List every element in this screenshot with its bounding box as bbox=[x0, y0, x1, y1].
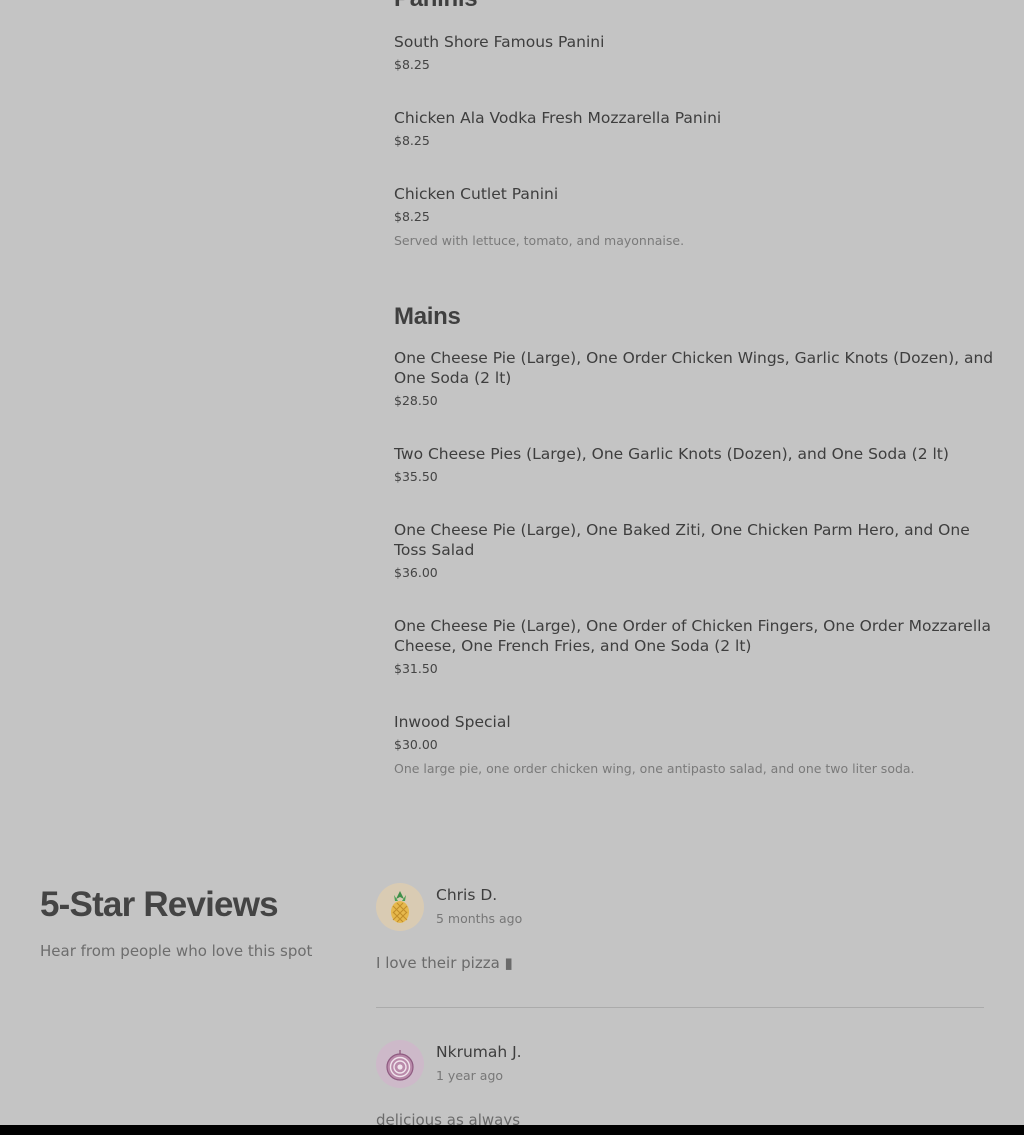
item-price: $30.00 bbox=[394, 737, 438, 752]
item-name: Chicken Cutlet Panini bbox=[394, 185, 559, 203]
bottom-bar bbox=[0, 1125, 1024, 1135]
section-title: Mains bbox=[394, 303, 461, 330]
item-name: One Cheese Pie (Large), One Baked Ziti, … bbox=[394, 521, 970, 559]
item-price: $8.25 bbox=[394, 209, 430, 224]
review-time: 5 months ago bbox=[436, 911, 523, 926]
item-price: $31.50 bbox=[394, 661, 438, 676]
item-price: $36.00 bbox=[394, 565, 438, 580]
item-name: Chicken Ala Vodka Fresh Mozzarella Panin… bbox=[394, 109, 722, 127]
review-card: Nkrumah J. 1 year ago delicious as alway… bbox=[376, 1040, 984, 1130]
menu-item[interactable]: One Cheese Pie (Large), One Order Chicke… bbox=[394, 348, 994, 408]
item-name: One Cheese Pie (Large), One Order Chicke… bbox=[394, 349, 994, 387]
reviewer-name: Nkrumah J. bbox=[436, 1043, 522, 1061]
menu-item[interactable]: One Cheese Pie (Large), One Order of Chi… bbox=[394, 616, 994, 676]
review-text: I love their pizza ▮ bbox=[376, 954, 513, 972]
avatar bbox=[376, 883, 424, 931]
menu-column: Paninis South Shore Famous Panini $8.25 … bbox=[394, 0, 994, 776]
review-header: Chris D. 5 months ago bbox=[376, 883, 984, 931]
item-price: $35.50 bbox=[394, 469, 438, 484]
review-header: Nkrumah J. 1 year ago bbox=[376, 1040, 984, 1088]
review-time: 1 year ago bbox=[436, 1068, 504, 1083]
menu-section-paninis: Paninis South Shore Famous Panini $8.25 … bbox=[394, 0, 994, 248]
item-price: $8.25 bbox=[394, 57, 430, 72]
menu-item[interactable]: Two Cheese Pies (Large), One Garlic Knot… bbox=[394, 444, 994, 484]
item-price: $8.25 bbox=[394, 133, 430, 148]
onion-icon bbox=[386, 1050, 414, 1081]
item-name: South Shore Famous Panini bbox=[394, 33, 605, 51]
menu-item[interactable]: Chicken Cutlet Panini $8.25 Served with … bbox=[394, 184, 994, 248]
item-name: One Cheese Pie (Large), One Order of Chi… bbox=[394, 617, 991, 655]
page: Paninis South Shore Famous Panini $8.25 … bbox=[0, 0, 1024, 1135]
menu-item[interactable]: South Shore Famous Panini $8.25 bbox=[394, 32, 994, 72]
menu-section-mains: Mains One Cheese Pie (Large), One Order … bbox=[394, 302, 994, 776]
menu-item[interactable]: One Cheese Pie (Large), One Baked Ziti, … bbox=[394, 520, 994, 580]
review-divider bbox=[376, 1007, 984, 1008]
review-card: Chris D. 5 months ago I love their pizza… bbox=[376, 883, 984, 973]
menu-item[interactable]: Chicken Ala Vodka Fresh Mozzarella Panin… bbox=[394, 108, 994, 148]
reviewer-name: Chris D. bbox=[436, 886, 498, 904]
item-description: One large pie, one order chicken wing, o… bbox=[394, 761, 915, 776]
reviews-heading: 5-Star Reviews bbox=[40, 885, 279, 924]
item-name: Two Cheese Pies (Large), One Garlic Knot… bbox=[394, 445, 949, 463]
menu-item[interactable]: Inwood Special $30.00 One large pie, one… bbox=[394, 712, 994, 776]
reviews-subheading: Hear from people who love this spot bbox=[40, 942, 313, 960]
avatar bbox=[376, 1040, 424, 1088]
item-name: Inwood Special bbox=[394, 713, 511, 731]
pineapple-icon bbox=[391, 891, 409, 923]
item-price: $28.50 bbox=[394, 393, 438, 408]
item-description: Served with lettuce, tomato, and mayonna… bbox=[394, 233, 685, 248]
section-title: Paninis bbox=[394, 0, 994, 14]
